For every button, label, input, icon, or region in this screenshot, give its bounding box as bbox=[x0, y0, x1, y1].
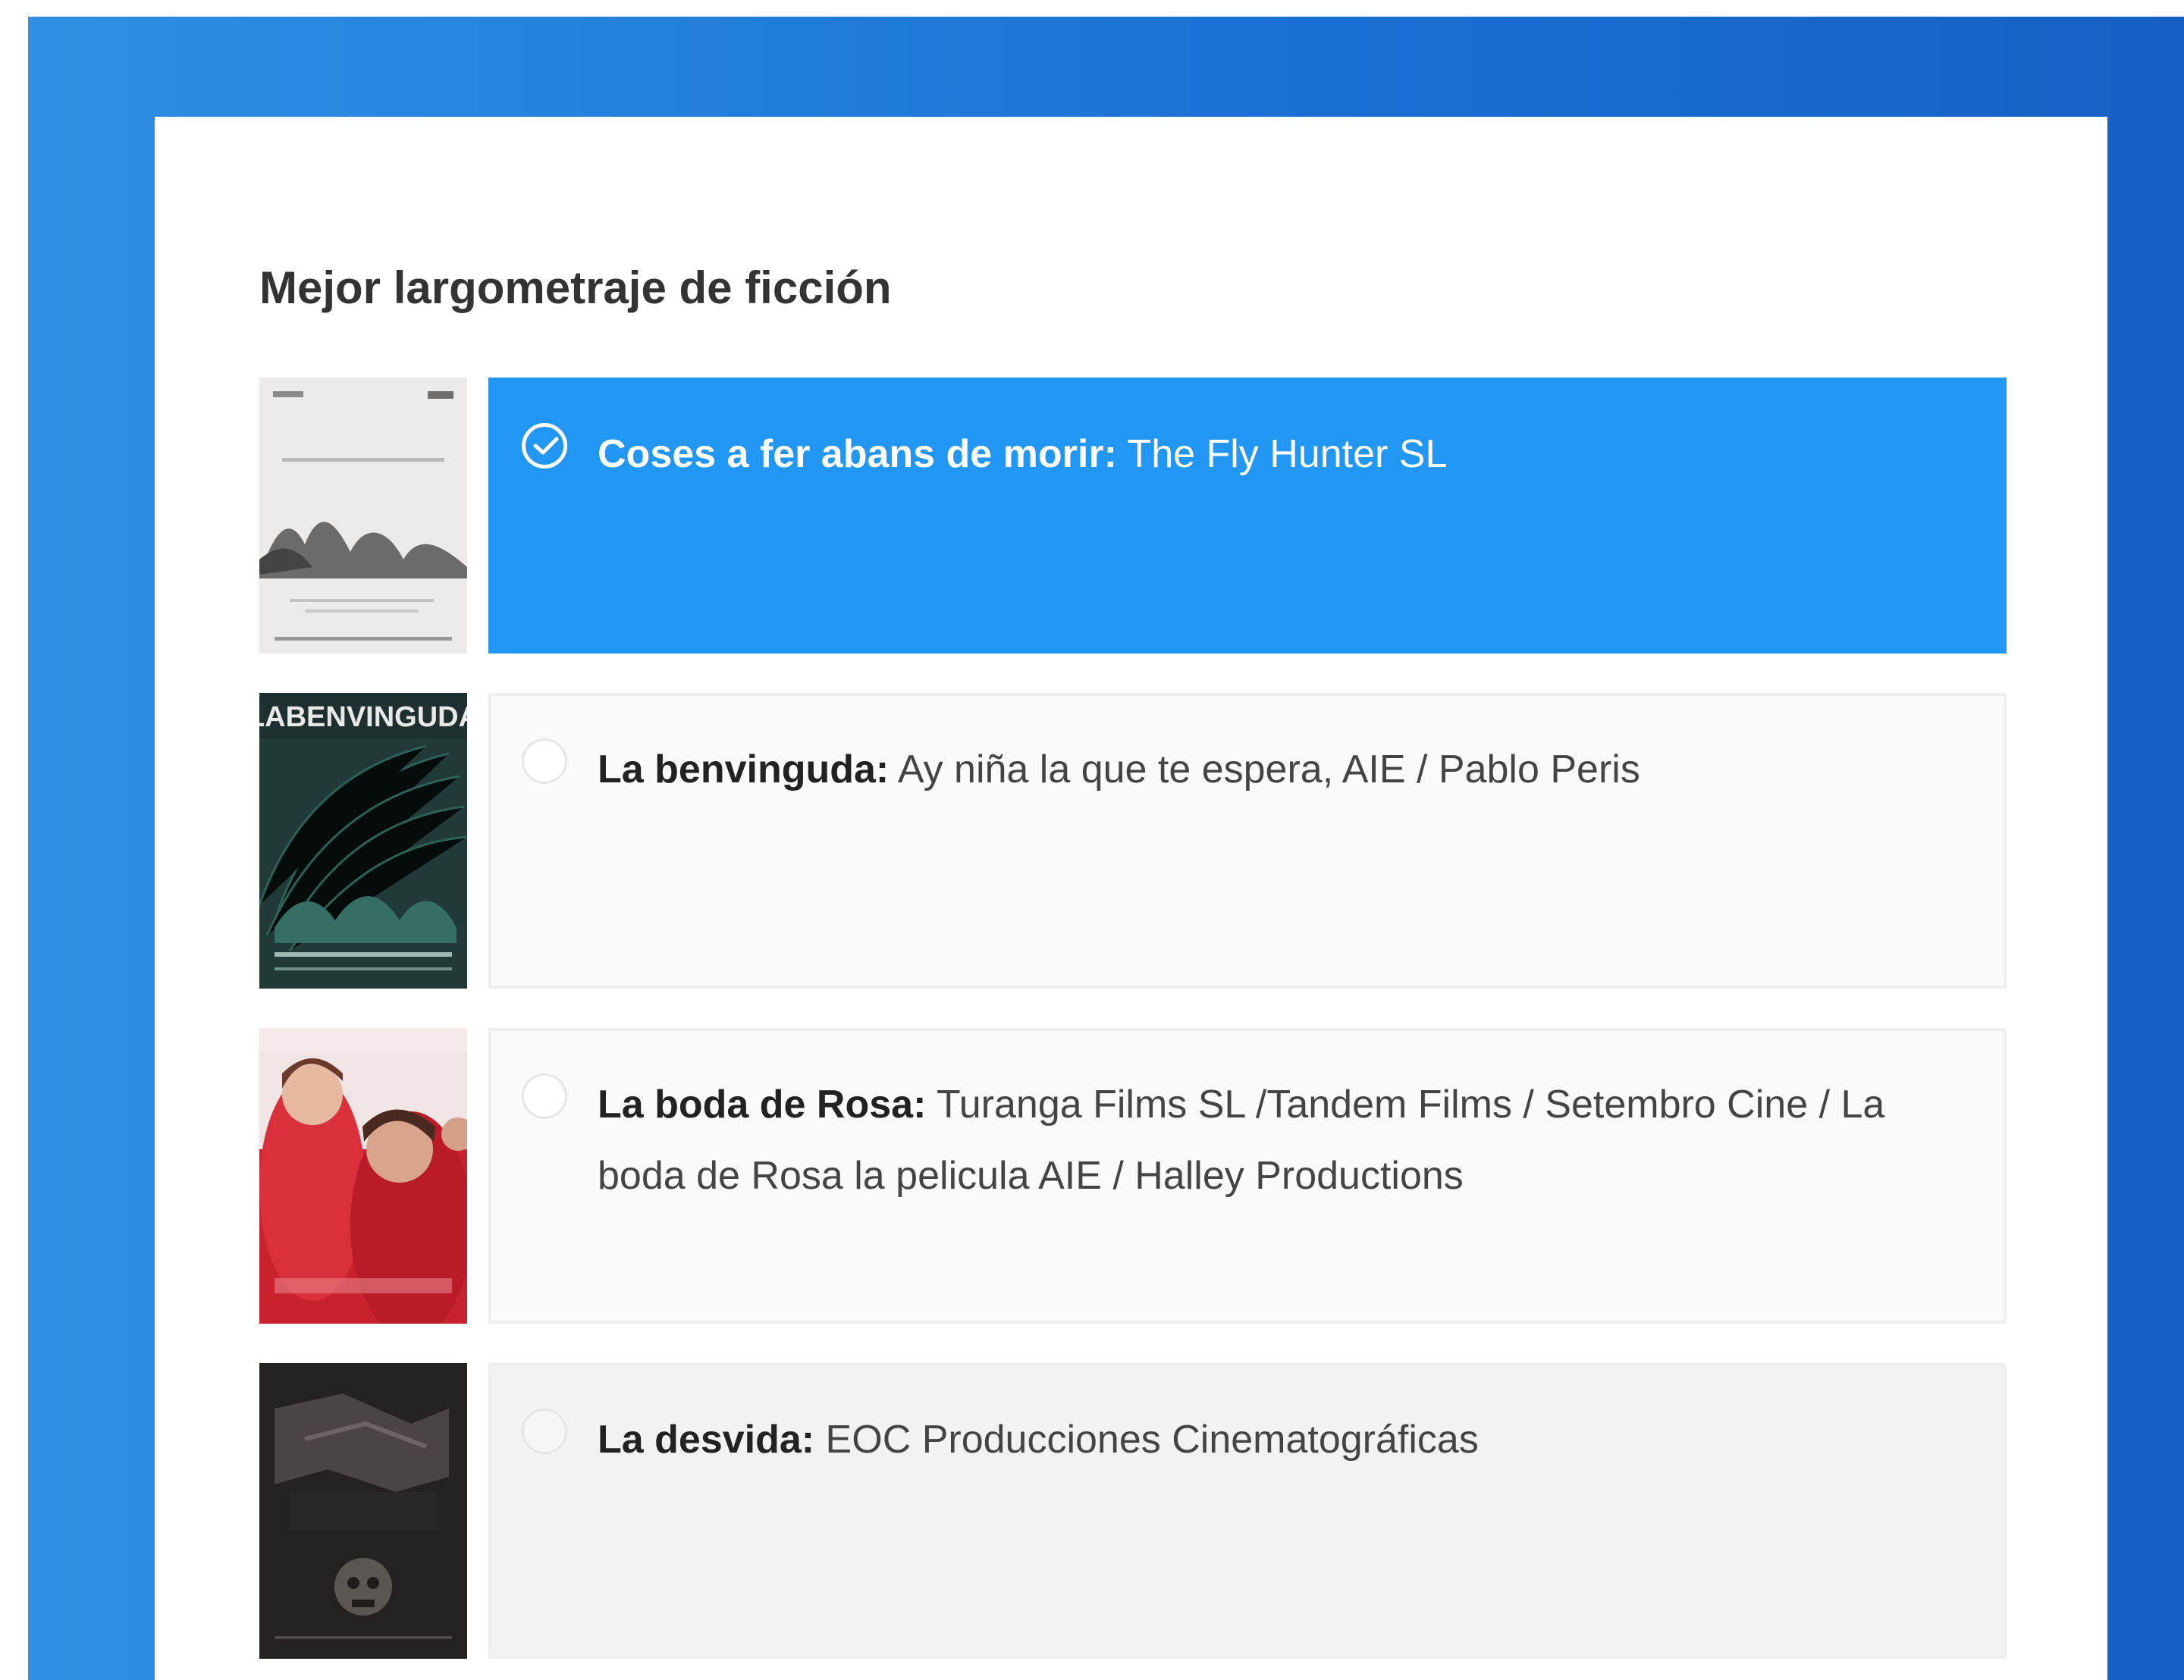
nominee-producers: EOC Producciones Cinematográficas bbox=[814, 1418, 1479, 1462]
nominee-producers: The Fly Hunter SL bbox=[1116, 432, 1448, 476]
radio-unchecked-icon[interactable] bbox=[522, 738, 567, 784]
movie-poster bbox=[259, 378, 467, 654]
movie-poster bbox=[259, 1363, 467, 1659]
radio-checked-icon[interactable] bbox=[522, 423, 567, 469]
nominee-label: La boda de Rosa: Turanga Films SL /Tande… bbox=[598, 1069, 1958, 1211]
nominee-label: La desvida: EOC Producciones Cinematográ… bbox=[598, 1404, 1958, 1475]
radio-unchecked-icon[interactable] bbox=[522, 1074, 567, 1119]
nominee-title: La desvida: bbox=[598, 1418, 815, 1462]
category-title: Mejor largometraje de ficción bbox=[259, 262, 892, 313]
movie-poster-icon bbox=[259, 1028, 467, 1324]
nominee-label: La benvinguda: Ay niña la que te espera,… bbox=[598, 734, 1958, 805]
nominee-option[interactable]: La desvida: EOC Producciones Cinematográ… bbox=[488, 1363, 2007, 1659]
nominee-title: La boda de Rosa: bbox=[598, 1083, 927, 1127]
nominee-option[interactable]: La benvinguda: Ay niña la que te espera,… bbox=[488, 693, 2007, 989]
movie-poster-icon: LABENVINGUDA bbox=[259, 693, 467, 989]
nominee-producers: Ay niña la que te espera, AIE / Pablo Pe… bbox=[889, 748, 1640, 791]
movie-poster bbox=[259, 1028, 467, 1324]
radio-unchecked-icon[interactable] bbox=[522, 1409, 567, 1454]
nominee-title: Coses a fer abans de morir: bbox=[598, 432, 1117, 476]
movie-poster-icon bbox=[259, 1363, 467, 1659]
svg-text:LABENVINGUDA: LABENVINGUDA bbox=[259, 701, 467, 733]
voting-card: Mejor largometraje de ficción Coses a fe… bbox=[155, 117, 2107, 1680]
nominee-label: Coses a fer abans de morir: The Fly Hunt… bbox=[598, 418, 1958, 490]
nominee-title: La benvinguda: bbox=[598, 748, 890, 791]
nominee-option[interactable]: La boda de Rosa: Turanga Films SL /Tande… bbox=[488, 1028, 2007, 1324]
movie-poster-icon bbox=[259, 378, 467, 654]
movie-poster: LABENVINGUDA bbox=[259, 693, 467, 989]
nominee-option-selected[interactable]: Coses a fer abans de morir: The Fly Hunt… bbox=[488, 378, 2007, 654]
